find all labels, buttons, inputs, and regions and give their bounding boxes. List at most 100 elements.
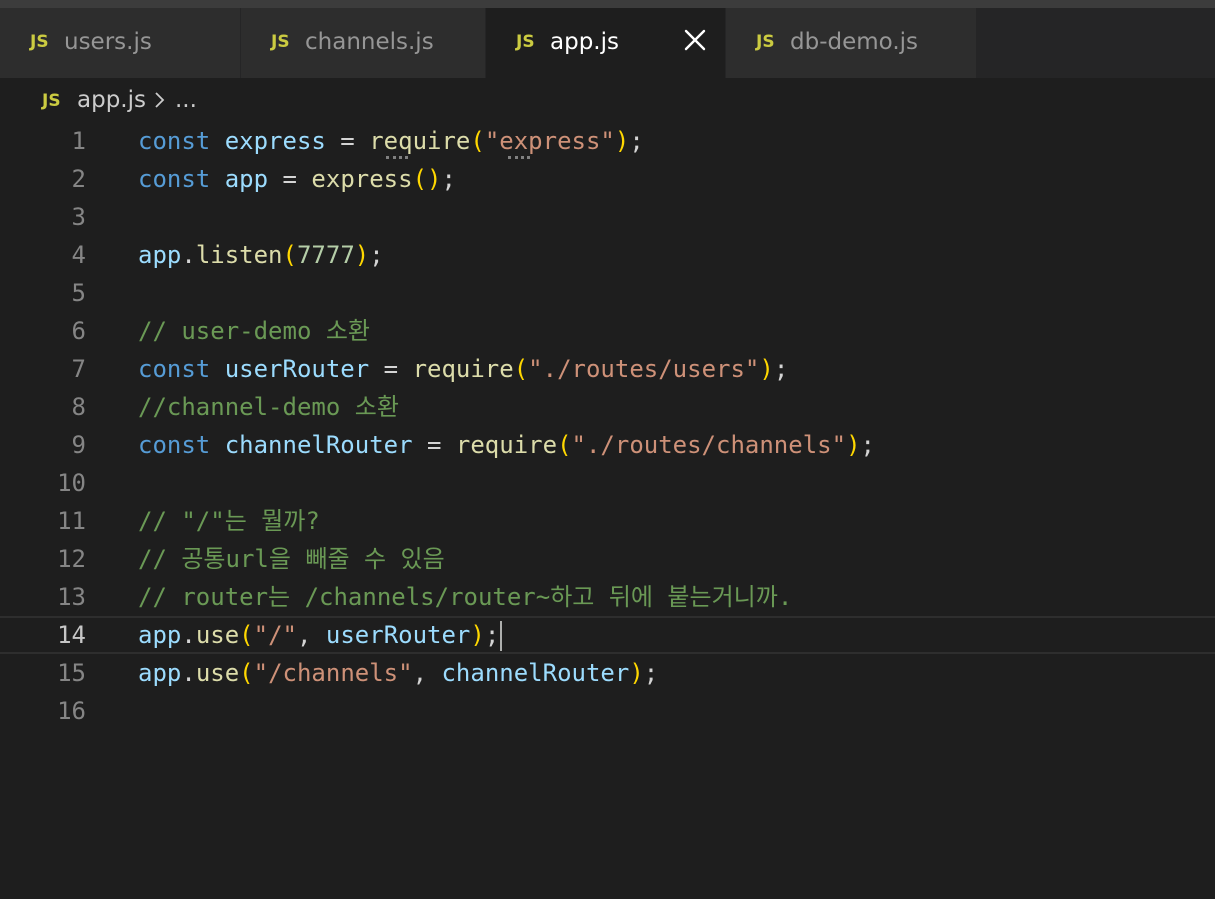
line-number: 2 [71, 165, 86, 193]
code-token: app [224, 165, 269, 193]
tab-label: users.js [64, 29, 152, 55]
code-token: const [138, 165, 211, 193]
close-icon[interactable] [683, 28, 707, 52]
code-text: const app = express(); [138, 160, 456, 198]
code-token: express [311, 165, 413, 193]
code-line[interactable]: 12 // 공통url을 빼줄 수 있음 [0, 540, 1215, 578]
js-file-icon: JS [30, 32, 49, 52]
code-token: , [412, 659, 442, 687]
line-number: 3 [71, 203, 86, 231]
code-token: "./routes/users" [528, 355, 760, 383]
code-token: "/" [253, 621, 297, 649]
code-token: ) [470, 621, 485, 649]
code-token: . [181, 241, 196, 269]
code-token: ; [369, 241, 384, 269]
line-number: 5 [71, 279, 86, 307]
code-line[interactable]: 6 // user-demo 소환 [0, 312, 1215, 350]
line-number: 13 [57, 583, 86, 611]
code-token: "./routes/channels" [571, 431, 847, 459]
code-text: app.listen(7777); [138, 236, 384, 274]
code-token: // user-demo 소환 [138, 317, 370, 345]
suggestion-hint-dots [386, 152, 408, 159]
code-token: ; [629, 127, 644, 155]
tab-channels-js[interactable]: JS channels.js [241, 8, 486, 78]
code-line[interactable]: 15 app.use("/channels", channelRouter); [0, 654, 1215, 692]
tab-users-js[interactable]: JS users.js [0, 8, 241, 78]
code-token: ; [643, 659, 659, 687]
tab-db-demo-js[interactable]: JS db-demo.js [726, 8, 977, 78]
code-text: // user-demo 소환 [138, 312, 370, 350]
code-text: app.use("/", userRouter); [138, 618, 503, 652]
js-file-icon: JS [271, 32, 290, 52]
code-token: userRouter [224, 355, 370, 383]
code-token: ) [629, 659, 644, 687]
code-token: channelRouter [441, 659, 630, 687]
code-token: () [412, 165, 442, 193]
code-token: ; [773, 355, 789, 383]
code-line[interactable]: 4 app.listen(7777); [0, 236, 1215, 274]
line-number: 15 [57, 659, 86, 687]
code-line[interactable]: 11 // "/"는 뭘까? [0, 502, 1215, 540]
code-token: , [296, 621, 326, 649]
code-token: express [224, 127, 326, 155]
code-text: //channel-demo 소환 [138, 388, 399, 426]
breadcrumb: JS app.js ... [0, 78, 1215, 122]
line-number: 14 [57, 621, 86, 649]
code-token: "/channels" [253, 659, 413, 687]
code-token: = [369, 355, 413, 383]
code-line[interactable]: 10 [0, 464, 1215, 502]
code-token: . [181, 659, 196, 687]
code-token: app [138, 659, 182, 687]
code-token: . [181, 621, 196, 649]
code-line[interactable]: 2 const app = express(); [0, 160, 1215, 198]
suggestion-hint-dots [508, 152, 530, 159]
code-line[interactable]: 14 app.use("/", userRouter); [0, 616, 1215, 654]
code-line[interactable]: 9 const channelRouter = require("./routes… [0, 426, 1215, 464]
breadcrumb-symbols[interactable]: ... [175, 87, 197, 113]
tab-label: db-demo.js [790, 29, 919, 55]
code-token: ; [860, 431, 875, 459]
code-text: // router는 /channels/router~하고 뒤에 붙는거니까. [138, 578, 792, 616]
code-token: const [138, 127, 211, 155]
code-line[interactable]: 3 [0, 198, 1215, 236]
js-file-icon: JS [516, 32, 535, 52]
line-number: 16 [57, 697, 86, 725]
code-token: ) [759, 355, 774, 383]
js-file-icon: JS [42, 91, 61, 111]
title-bar-strip [0, 0, 1215, 8]
line-number: 4 [71, 241, 86, 269]
code-token: 7777 [296, 241, 355, 269]
code-line[interactable]: 5 [0, 274, 1215, 312]
breadcrumb-file[interactable]: app.js [77, 87, 146, 113]
code-line[interactable]: 16 [0, 692, 1215, 730]
code-token: ) [614, 127, 630, 155]
code-token: require [412, 355, 514, 383]
code-token: ( [513, 355, 529, 383]
code-token: // 공통url을 빼줄 수 있음 [138, 545, 445, 573]
line-number: 10 [57, 469, 86, 497]
code-line[interactable]: 1 const express = require("express"); [0, 122, 1215, 160]
code-token: const [138, 431, 211, 459]
code-editor[interactable]: 1 const express = require("express"); 2 con… [0, 122, 1215, 899]
code-text: const userRouter = require("./routes/use… [138, 350, 788, 388]
code-token: ) [846, 431, 861, 459]
code-token: "express" [484, 127, 615, 155]
code-token: use [195, 659, 240, 687]
code-token: app [138, 241, 182, 269]
code-line[interactable]: 13 // router는 /channels/router~하고 뒤에 붙는거니… [0, 578, 1215, 616]
code-line[interactable]: 8 //channel-demo 소환 [0, 388, 1215, 426]
code-token: ) [354, 241, 370, 269]
tab-app-js[interactable]: JS app.js [486, 8, 726, 78]
code-token: // "/"는 뭘까? [138, 507, 320, 535]
code-token: ( [239, 621, 254, 649]
code-token: require [455, 431, 558, 459]
code-token: // router는 /channels/router~하고 뒤에 붙는거니까. [138, 583, 793, 611]
line-number: 12 [57, 545, 86, 573]
line-number: 1 [71, 127, 86, 155]
code-line[interactable]: 7 const userRouter = require("./routes/us… [0, 350, 1215, 388]
line-number: 11 [57, 507, 86, 535]
